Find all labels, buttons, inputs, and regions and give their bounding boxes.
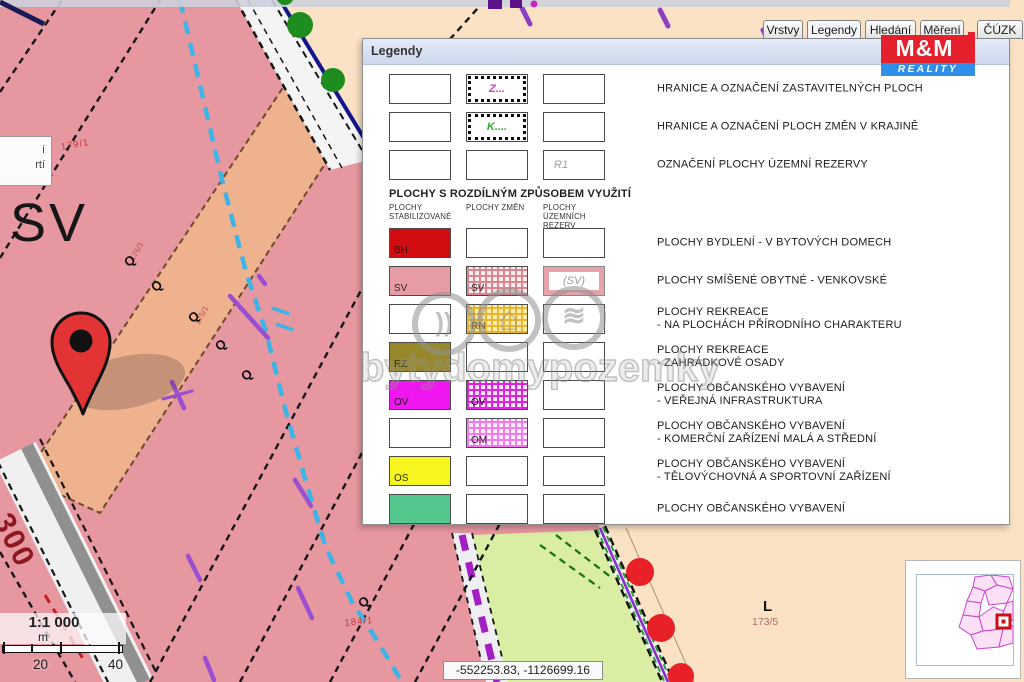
legend-row-description: PLOCHY OBČANSKÉHO VYBAVENÍ- VEŘEJNÁ INFR… (657, 382, 1002, 408)
legend-row: K.... HRANICE A OZNAČENÍ PLOCH ZMĚN V KRA… (389, 112, 999, 142)
logo-side-strip (968, 32, 975, 63)
map-info-label: í rtí (0, 136, 52, 186)
column-caption: PLOCHY ÚZEMNÍCH REZERV (543, 203, 617, 230)
logo-mm-text: M&M (881, 35, 968, 63)
scale-unit: m (10, 630, 76, 644)
legend-row: BH PLOCHY BYDLENÍ - V BYTOVÝCH DOMECH (389, 228, 999, 258)
legend-row: PLOCHY OBČANSKÉHO VYBAVENÍ (389, 494, 999, 524)
legend-swatch (389, 304, 451, 334)
legend-swatch: BH (389, 228, 451, 258)
scale-tick-40: 40 (108, 657, 123, 672)
mm-reality-logo: M&M REALITY (881, 35, 975, 76)
legend-row-description: PLOCHY BYDLENÍ - V BYTOVÝCH DOMECH (657, 237, 1002, 250)
legend-row: RZ PLOCHY REKREACE- ZAHRÁDKOVÉ OSADY (389, 342, 999, 372)
legend-column-captions: PLOCHY STABILIZOVANÉ PLOCHY ZMĚN PLOCHY … (389, 203, 999, 222)
legend-swatch (466, 228, 528, 258)
legend-row-description: PLOCHY REKREACE- NA PLOCHÁCH PŘÍRODNÍHO … (657, 306, 1002, 332)
legend-swatch (543, 380, 605, 410)
legend-swatch (466, 456, 528, 486)
legend-row: RN PLOCHY REKREACE- NA PLOCHÁCH PŘÍRODNÍH… (389, 304, 999, 334)
scale-ratio: 1:1 000 (10, 614, 98, 631)
legend-swatch (543, 304, 605, 334)
legend-swatch: OS (389, 456, 451, 486)
scale-widget: 1:1 000 m 20 40 (0, 613, 130, 682)
tab-čúzk[interactable]: ČÚZK (977, 20, 1023, 39)
map-viewer: { "tabs": [ {"label": "Vrstvy", "active"… (0, 0, 1024, 682)
coordinates-readout: -552253.83, -1126699.16 (443, 661, 603, 680)
scale-bar (2, 645, 123, 653)
legend-swatch (389, 418, 451, 448)
column-caption: PLOCHY STABILIZOVANÉ (389, 203, 463, 221)
legend-panel: Legendy Z...HRANICE A OZNAČENÍ ZASTAVITE… (362, 38, 1010, 525)
legend-swatch (543, 418, 605, 448)
overview-districts (917, 575, 1013, 665)
legend-swatch (543, 342, 605, 372)
scale-tick-20: 20 (33, 657, 48, 672)
legend-row: R1 OZNAČENÍ PLOCHY ÚZEMNÍ REZERVY (389, 150, 999, 180)
legend-swatch: K.... (466, 112, 528, 142)
legend-swatch: RN (466, 304, 528, 334)
legend-row-description: PLOCHY OBČANSKÉHO VYBAVENÍ- KOMERČNÍ ZAŘ… (657, 420, 1002, 446)
legend-swatch: RZ (389, 342, 451, 372)
legend-swatch (389, 494, 451, 524)
legend-row: OM PLOCHY OBČANSKÉHO VYBAVENÍ- KOMERČNÍ Z… (389, 418, 999, 448)
legend-row-description: HRANICE A OZNAČENÍ ZASTAVITELNÝCH PLOCH (657, 83, 1002, 96)
legend-swatch (389, 150, 451, 180)
legend-row: SV SV (SV) PLOCHY SMÍŠENÉ OBYTNÉ - VENKOVSK… (389, 266, 999, 296)
legend-swatch: OV (466, 380, 528, 410)
overview-minimap[interactable] (905, 560, 1021, 679)
legend-swatch: R1 (543, 150, 605, 180)
legend-swatch (466, 494, 528, 524)
legend-row: OV OV PLOCHY OBČANSKÉHO VYBAVENÍ- VEŘEJNÁ … (389, 380, 999, 410)
legend-row-description: HRANICE A OZNAČENÍ PLOCH ZMĚN V KRAJINĚ (657, 121, 1002, 134)
legend-row-description: PLOCHY OBČANSKÉHO VYBAVENÍ- TĚLOVÝCHOVNÁ… (657, 458, 1002, 484)
legend-row-description: PLOCHY SMÍŠENÉ OBYTNÉ - VENKOVSKÉ (657, 275, 1002, 288)
info-line: rtí (0, 158, 45, 173)
legend-swatch (389, 112, 451, 142)
overview-frame (916, 574, 1014, 666)
legend-swatch: Z... (466, 74, 528, 104)
legend-swatch (543, 74, 605, 104)
legend-row-description: OZNAČENÍ PLOCHY ÚZEMNÍ REZERVY (657, 159, 1002, 172)
legend-swatch (389, 74, 451, 104)
legend-swatch: OV (389, 380, 451, 410)
legend-section-title: PLOCHY S ROZDÍLNÝM ZPŮSOBEM VYUŽITÍ (389, 188, 1009, 200)
legend-panel-body: Z... HRANICE A OZNAČENÍ ZASTAVITELNÝCH PL… (363, 65, 1009, 524)
column-caption: PLOCHY ZMĚN (466, 203, 540, 212)
legend-swatch (466, 150, 528, 180)
legend-swatch (543, 494, 605, 524)
legend-row: OS PLOCHY OBČANSKÉHO VYBAVENÍ- TĚLOVÝCHOV… (389, 456, 999, 486)
legend-rows-top: Z... HRANICE A OZNAČENÍ ZASTAVITELNÝCH PL… (389, 74, 1009, 180)
logo-reality-text: REALITY (881, 63, 975, 76)
tab-vrstvy[interactable]: Vrstvy (763, 20, 803, 39)
legend-swatch (543, 456, 605, 486)
tab-legendy[interactable]: Legendy (807, 20, 861, 39)
legend-swatch (466, 342, 528, 372)
legend-swatch: SV (466, 266, 528, 296)
legend-swatch: OM (466, 418, 528, 448)
legend-swatch: (SV) (543, 266, 605, 296)
legend-swatch (543, 228, 605, 258)
legend-row-description: PLOCHY REKREACE- ZAHRÁDKOVÉ OSADY (657, 344, 1002, 370)
legend-rows-bottom: BHPLOCHY BYDLENÍ - V BYTOVÝCH DOMECHSVSV… (389, 228, 1009, 524)
legend-swatch (543, 112, 605, 142)
legend-swatch: SV (389, 266, 451, 296)
legend-row: Z... HRANICE A OZNAČENÍ ZASTAVITELNÝCH PL… (389, 74, 999, 104)
info-line: í (0, 143, 45, 158)
legend-row-description: PLOCHY OBČANSKÉHO VYBAVENÍ (657, 503, 1002, 516)
